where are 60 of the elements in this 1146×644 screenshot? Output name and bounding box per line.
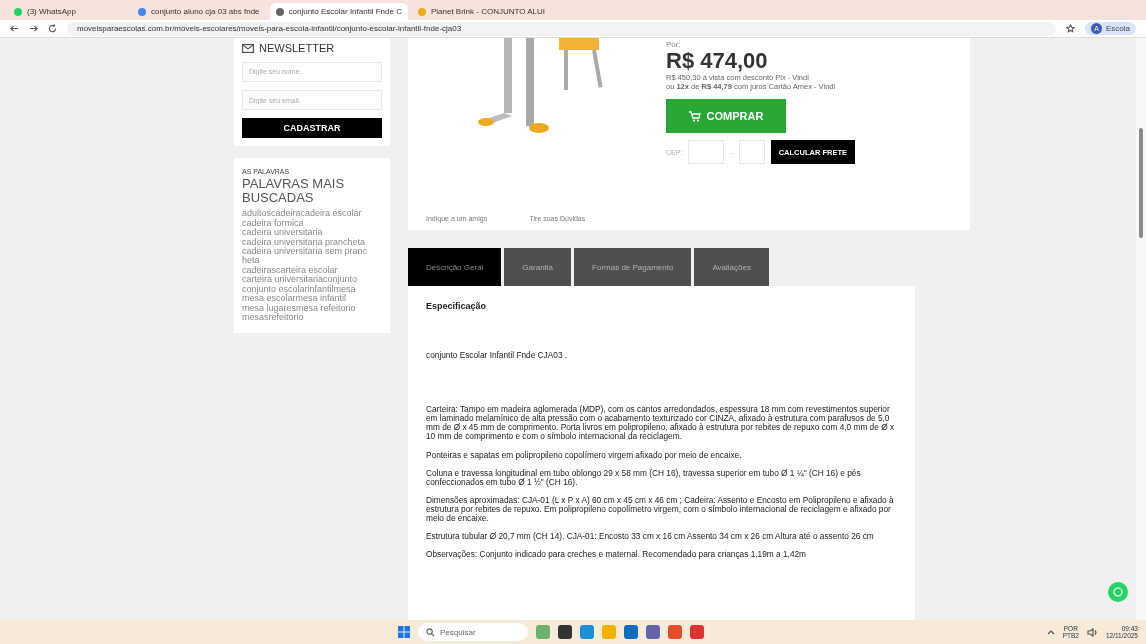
keyword-link[interactable]: cadeira universitaria prancheta <box>242 237 382 248</box>
price-label: Por: <box>666 40 682 49</box>
description-paragraph: Carteira: Tampo em madeira aglomerada (MDP), com os cantos arredondados, espessura 18 mm com revestimentos superior em laminado melamínico de alta pressão com o acabamento texturizado cor CINZA, afixado à estrutura com parafusos de 5,0 mm de Ø x 45 mm de comprimento. Porta livros em polipropileno, afixado à estrutura por rebites de repuxo com 4,0 mm de Ø x 10 mm de comprimento e com o símbolo internacional da reciclagem. <box>426 405 896 442</box>
description-paragraph: Observações: Conjunto indicado para creches e maternal. Recomendado para crianças 1,19m a 1,42m <box>426 550 808 560</box>
reload-icon[interactable] <box>48 24 57 33</box>
description-paragraph: Ponteiras e sapatas em polipropileno copolímero virgem afixado por meio de encaixe. <box>426 450 743 460</box>
keyword-link[interactable]: carteira universitariaconjunto <box>242 275 382 285</box>
tab-favicon-icon <box>138 7 146 16</box>
subscribe-button[interactable]: CADASTRAR <box>242 118 382 138</box>
speaker-icon[interactable] <box>1086 627 1098 637</box>
cart-icon <box>688 110 701 122</box>
star-icon[interactable] <box>1066 24 1075 33</box>
caret-icon[interactable] <box>1046 629 1055 635</box>
cep-suffix-field[interactable] <box>738 140 765 165</box>
description-tab[interactable]: Descrição Geral <box>408 248 502 286</box>
browser-tab[interactable]: conjunto Escolar Infantil Fnde C <box>269 3 408 20</box>
chat-icon <box>1113 587 1123 597</box>
description-intro: conjunto Escolar Infantil Fnde CJA03 . <box>426 350 569 360</box>
tab-favicon-icon <box>417 7 426 16</box>
description-paragraph: Estrutura tubular Ø 20,7 mm (CH 14). CJA-01: Encosto 33 cm x 16 cm Assento 34 cm x 26 cm Altura até o assento 26 cm <box>426 532 875 542</box>
keyword-link[interactable]: mesa escolarmesa infantil <box>242 294 382 304</box>
browser-tab[interactable]: Planet Brink - CONJUNTO ALUI <box>411 3 552 20</box>
address-bar[interactable]: moveisparaescolas.com.br/moveis-escolares/moveis-para-escola-infantil/conjunto-escolar-infantil-fnde-cja03 <box>67 21 1056 36</box>
keywords-title: PALAVRAS MAIS BUSCADAS <box>242 177 346 205</box>
forward-icon[interactable] <box>29 24 38 33</box>
taskbar-search-field[interactable]: Pesquisar <box>418 623 528 641</box>
keyword-link[interactable]: cadeira universitaria <box>242 228 382 238</box>
taskbar-app-icon[interactable] <box>558 625 572 639</box>
taskbar-app-icon[interactable] <box>646 625 660 639</box>
taskbar-app-icon[interactable] <box>624 625 638 639</box>
keyword-link[interactable]: cadeira formica <box>242 218 382 229</box>
keyword-link[interactable]: mesasrefeitorio <box>242 313 382 323</box>
taskbar-app-icon[interactable] <box>690 625 704 639</box>
description-paragraph: Coluna e travessa longitudinal em tubo oblongo 29 x 58 mm (CH 16), travessa superior em tubo Ø 1 ¼" (CH 16) e pés confeccionados em tubo Ø 1 ½" (CH 16). <box>426 468 862 487</box>
tab-favicon-icon <box>275 7 284 16</box>
description-paragraph: Dimensões aproximadas: CJA-01 (L x P x A) 60 cm x 45 cm x 46 cm ; Cadeira: Assento e Encosto em Polipropileno e afixado à estrutura por rebites de repuxo. Em polipropileno copolímetro virgem, com o símbolo internacional de reciclagem e afixado por meio de encaixe. <box>426 495 895 524</box>
taskbar-app-icon[interactable] <box>668 625 682 639</box>
browser-tab[interactable]: (3) WhatsApp <box>8 3 128 20</box>
description-tab[interactable]: Avaliações <box>694 248 769 286</box>
cep-field[interactable] <box>688 140 725 165</box>
envelope-icon <box>242 43 254 53</box>
keyword-link[interactable]: mesa lugaresmesa refeitorio <box>242 303 382 314</box>
description-tab[interactable]: Formas de Pagamento <box>574 248 692 286</box>
browser-tab[interactable]: conjunto aluno cja 03 abs fnde <box>132 3 266 20</box>
back-icon[interactable] <box>10 24 19 33</box>
search-icon <box>426 627 435 637</box>
scrollbar[interactable] <box>1136 38 1146 620</box>
price: R$ 474,00 <box>666 49 769 74</box>
description-tab[interactable]: Garantia <box>504 248 572 286</box>
tab-favicon-icon <box>14 7 22 16</box>
newsletter-title: NEWSLETTER <box>259 42 335 54</box>
keyword-link[interactable]: cadeirascarteira escolar <box>242 265 382 276</box>
whatsapp-button[interactable] <box>1108 582 1128 602</box>
description-heading: Especificação <box>426 302 488 312</box>
keyword-link[interactable]: conjunto escolarinfantilmesa <box>242 284 382 295</box>
keyword-link[interactable]: adultoscadeiracadeira escolar <box>242 209 382 219</box>
profile-name: Escola <box>1106 24 1130 33</box>
taskbar-app-icon[interactable] <box>580 625 594 639</box>
buy-button[interactable]: COMPRAR <box>666 99 786 134</box>
windows-start-icon[interactable] <box>398 626 410 638</box>
